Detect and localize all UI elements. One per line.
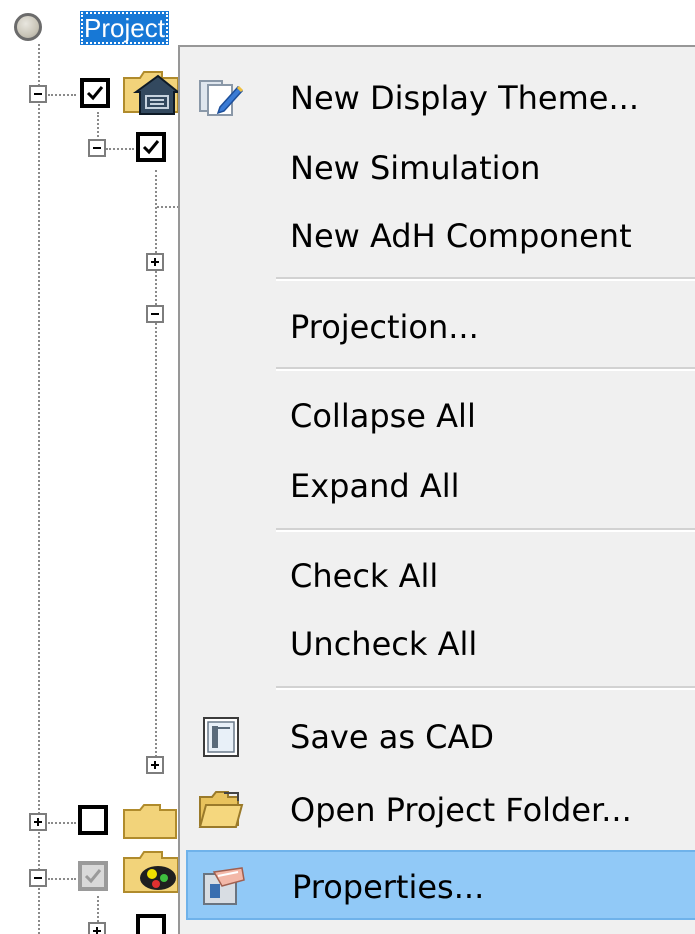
checkmark-icon xyxy=(86,86,104,101)
collapse-toggle[interactable] xyxy=(88,139,106,157)
menu-item-label: Properties... xyxy=(292,868,485,906)
menu-separator xyxy=(276,528,695,532)
menu-item-projection[interactable]: Projection... xyxy=(186,292,695,362)
menu-item-label: New Simulation xyxy=(290,149,541,187)
project-tree: Project xyxy=(0,0,190,934)
expand-toggle[interactable] xyxy=(146,756,164,774)
open-folder-icon xyxy=(198,791,244,828)
menu-separator xyxy=(276,367,695,371)
collapse-toggle[interactable] xyxy=(29,869,47,887)
menu-item-new-simulation[interactable]: New Simulation xyxy=(186,133,695,203)
menu-item-label: Uncheck All xyxy=(290,625,478,663)
menu-item-properties[interactable]: Properties... xyxy=(186,850,695,920)
menu-item-label: Projection... xyxy=(290,308,479,346)
menu-item-label: Expand All xyxy=(290,467,460,505)
menu-item-label: Check All xyxy=(290,557,439,595)
expand-toggle[interactable] xyxy=(146,253,164,271)
menu-item-uncheck-all[interactable]: Uncheck All xyxy=(186,609,695,679)
tree-connector xyxy=(48,94,76,96)
menu-item-new-display-theme[interactable]: New Display Theme... xyxy=(186,63,695,133)
tree-checkbox[interactable] xyxy=(78,805,108,835)
cad-file-icon xyxy=(203,717,239,757)
project-root-icon xyxy=(14,13,42,41)
tree-checkbox[interactable] xyxy=(136,132,166,162)
collapse-toggle[interactable] xyxy=(146,305,164,323)
menu-item-label: Save as CAD xyxy=(290,718,495,756)
map-data-folder-icon xyxy=(123,71,180,115)
tree-connector xyxy=(106,148,134,150)
tree-checkbox-disabled[interactable] xyxy=(78,861,108,891)
menu-item-open-project-folder[interactable]: Open Project Folder... xyxy=(186,775,695,845)
properties-icon xyxy=(203,867,245,905)
tree-guide-line xyxy=(38,44,40,934)
menu-item-label: New AdH Component xyxy=(290,217,632,255)
tree-checkbox[interactable] xyxy=(136,914,166,934)
menu-item-label: Collapse All xyxy=(290,397,476,435)
tree-connector xyxy=(48,822,76,824)
menu-item-new-adh-component[interactable]: New AdH Component xyxy=(186,201,695,271)
tree-connector xyxy=(157,206,179,208)
expand-toggle[interactable] xyxy=(29,813,47,831)
menu-item-collapse-all[interactable]: Collapse All xyxy=(186,381,695,451)
folder-icon xyxy=(123,804,177,839)
checkmark-icon xyxy=(142,140,160,155)
menu-separator xyxy=(276,277,695,281)
context-menu: New Display Theme... New Simulation New … xyxy=(178,45,695,934)
menu-item-save-as-cad[interactable]: Save as CAD xyxy=(186,702,695,772)
menu-separator xyxy=(276,686,695,690)
app-window: Project New Display Theme... New Simulat… xyxy=(0,0,695,934)
scatter-data-folder-icon xyxy=(123,851,179,893)
collapse-toggle[interactable] xyxy=(29,85,47,103)
display-theme-icon xyxy=(199,80,244,116)
tree-connector xyxy=(48,878,76,880)
menu-item-label: New Display Theme... xyxy=(290,79,639,117)
project-root-label[interactable]: Project xyxy=(80,11,169,45)
menu-item-check-all[interactable]: Check All xyxy=(186,541,695,611)
checkmark-icon xyxy=(84,869,102,884)
menu-item-label: Open Project Folder... xyxy=(290,791,632,829)
expand-toggle[interactable] xyxy=(88,922,106,934)
menu-item-expand-all[interactable]: Expand All xyxy=(186,451,695,521)
tree-checkbox[interactable] xyxy=(80,78,110,108)
